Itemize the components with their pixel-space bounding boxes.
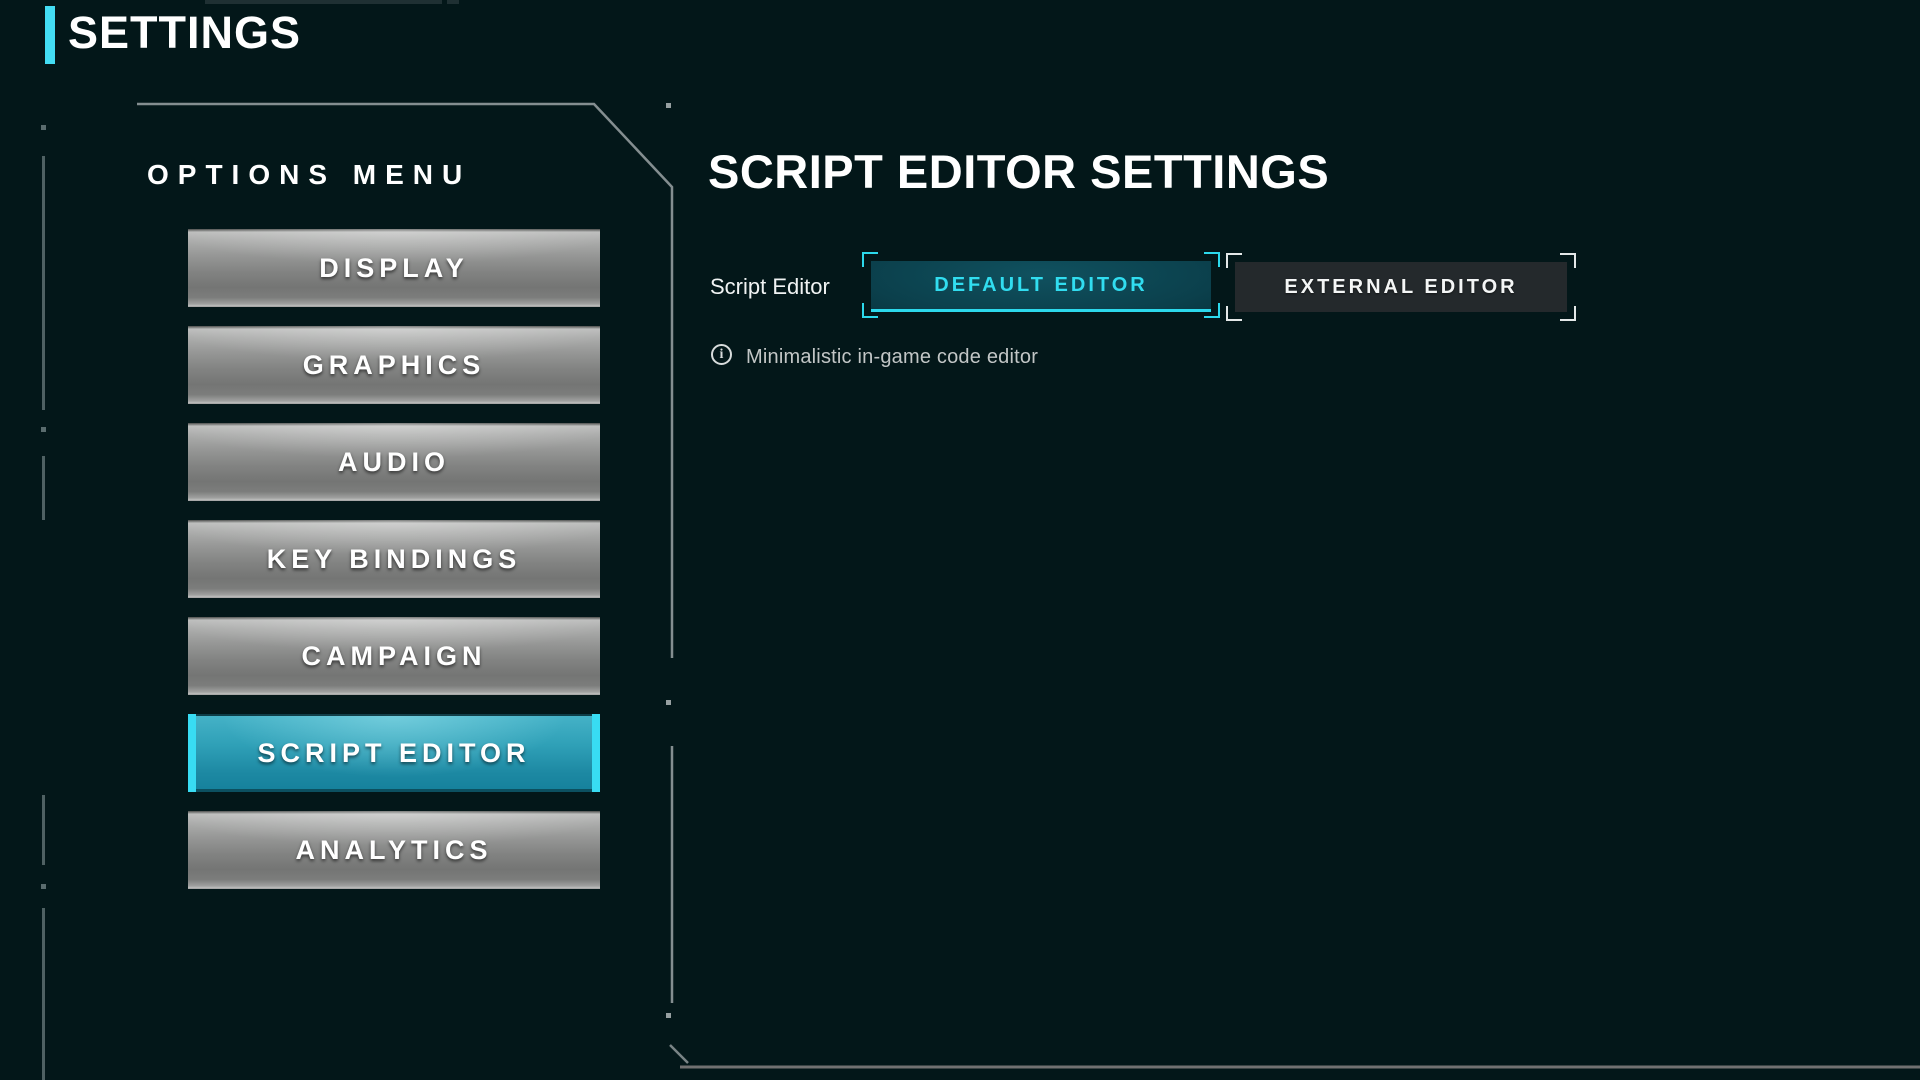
bracket-corner-icon xyxy=(1226,306,1242,321)
bracket-corner-icon xyxy=(1204,303,1220,318)
options-menu-heading: OPTIONS MENU xyxy=(147,159,471,191)
panel-title: SCRIPT EDITOR SETTINGS xyxy=(708,148,1329,195)
sidebar-item-key-bindings[interactable]: KEY BINDINGS xyxy=(188,520,600,598)
sidebar-item-analytics[interactable]: ANALYTICS xyxy=(188,811,600,889)
bottom-corner-diagonal xyxy=(670,1045,688,1063)
default-editor-button[interactable]: DEFAULT EDITOR xyxy=(871,261,1211,312)
sidebar-item-graphics[interactable]: GRAPHICS xyxy=(188,326,600,404)
external-editor-button[interactable]: EXTERNAL EDITOR xyxy=(1235,262,1567,312)
bracket-corner-icon xyxy=(1226,253,1242,268)
bracket-corner-icon xyxy=(1560,253,1576,268)
left-edge-dots xyxy=(41,125,46,889)
bracket-corner-icon xyxy=(1560,306,1576,321)
sidebar-item-campaign[interactable]: CAMPAIGN xyxy=(188,617,600,695)
settings-screen: SETTINGS OPTIONS MENU DISPLAY GRAPHICS A… xyxy=(0,0,1920,1080)
sidebar-item-audio[interactable]: AUDIO xyxy=(188,423,600,501)
external-editor-label: EXTERNAL EDITOR xyxy=(1284,276,1517,299)
sidebar-item-display[interactable]: DISPLAY xyxy=(188,229,600,307)
page-title: SETTINGS xyxy=(68,8,301,58)
divider-dots xyxy=(666,103,671,1018)
info-icon: i xyxy=(711,344,732,365)
default-editor-label: DEFAULT EDITOR xyxy=(934,274,1147,297)
title-accent-bar xyxy=(45,6,55,64)
setting-label: Script Editor xyxy=(710,274,830,300)
bracket-corner-icon xyxy=(862,303,878,318)
bracket-corner-icon xyxy=(862,252,878,267)
options-menu: DISPLAY GRAPHICS AUDIO KEY BINDINGS CAMP… xyxy=(188,229,600,908)
sidebar-item-script-editor[interactable]: SCRIPT EDITOR xyxy=(188,714,600,792)
setting-description: Minimalistic in-game code editor xyxy=(746,346,1038,369)
bracket-corner-icon xyxy=(1204,252,1220,267)
